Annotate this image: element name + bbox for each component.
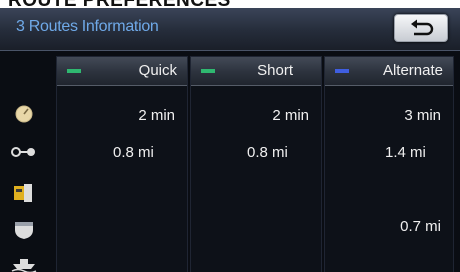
back-arrow-icon: [411, 19, 434, 36]
route-time: 3 min: [404, 107, 441, 124]
route-column-alternate[interactable]: Alternate 3 min 1.4 mi 0.7 mi: [324, 56, 454, 272]
route-column-short[interactable]: Short 2 min 0.8 mi: [190, 56, 322, 272]
route-time: 2 min: [272, 107, 309, 124]
route-distance: 0.8 mi: [247, 144, 288, 161]
highway-icon: [15, 222, 33, 239]
route-time: 2 min: [138, 107, 175, 124]
toll-road-icon: [14, 184, 32, 202]
route-color-chip: [201, 69, 215, 73]
nav-screen: 3 Routes Information Quick 2 min 0.8 mi …: [0, 8, 460, 272]
route-label: Alternate: [382, 62, 443, 79]
route-distance-icon: [11, 147, 35, 157]
route-color-chip: [67, 69, 81, 73]
route-column-quick[interactable]: Quick 2 min 0.8 mi: [56, 56, 188, 272]
route-header-alternate: Alternate: [325, 57, 453, 86]
route-distance: 0.8 mi: [113, 144, 154, 161]
back-button[interactable]: [394, 14, 448, 42]
route-label: Quick: [138, 62, 177, 79]
clock-icon: [15, 105, 33, 123]
route-label: Short: [257, 62, 293, 79]
route-distance: 1.4 mi: [385, 144, 426, 161]
screen-title: 3 Routes Information: [16, 18, 159, 35]
route-header-short: Short: [191, 57, 321, 86]
ferry-icon: [11, 259, 37, 272]
route-highway: 0.7 mi: [400, 218, 441, 235]
route-color-chip: [335, 69, 349, 73]
title-bar: 3 Routes Information: [0, 8, 460, 51]
route-header-quick: Quick: [57, 57, 187, 86]
